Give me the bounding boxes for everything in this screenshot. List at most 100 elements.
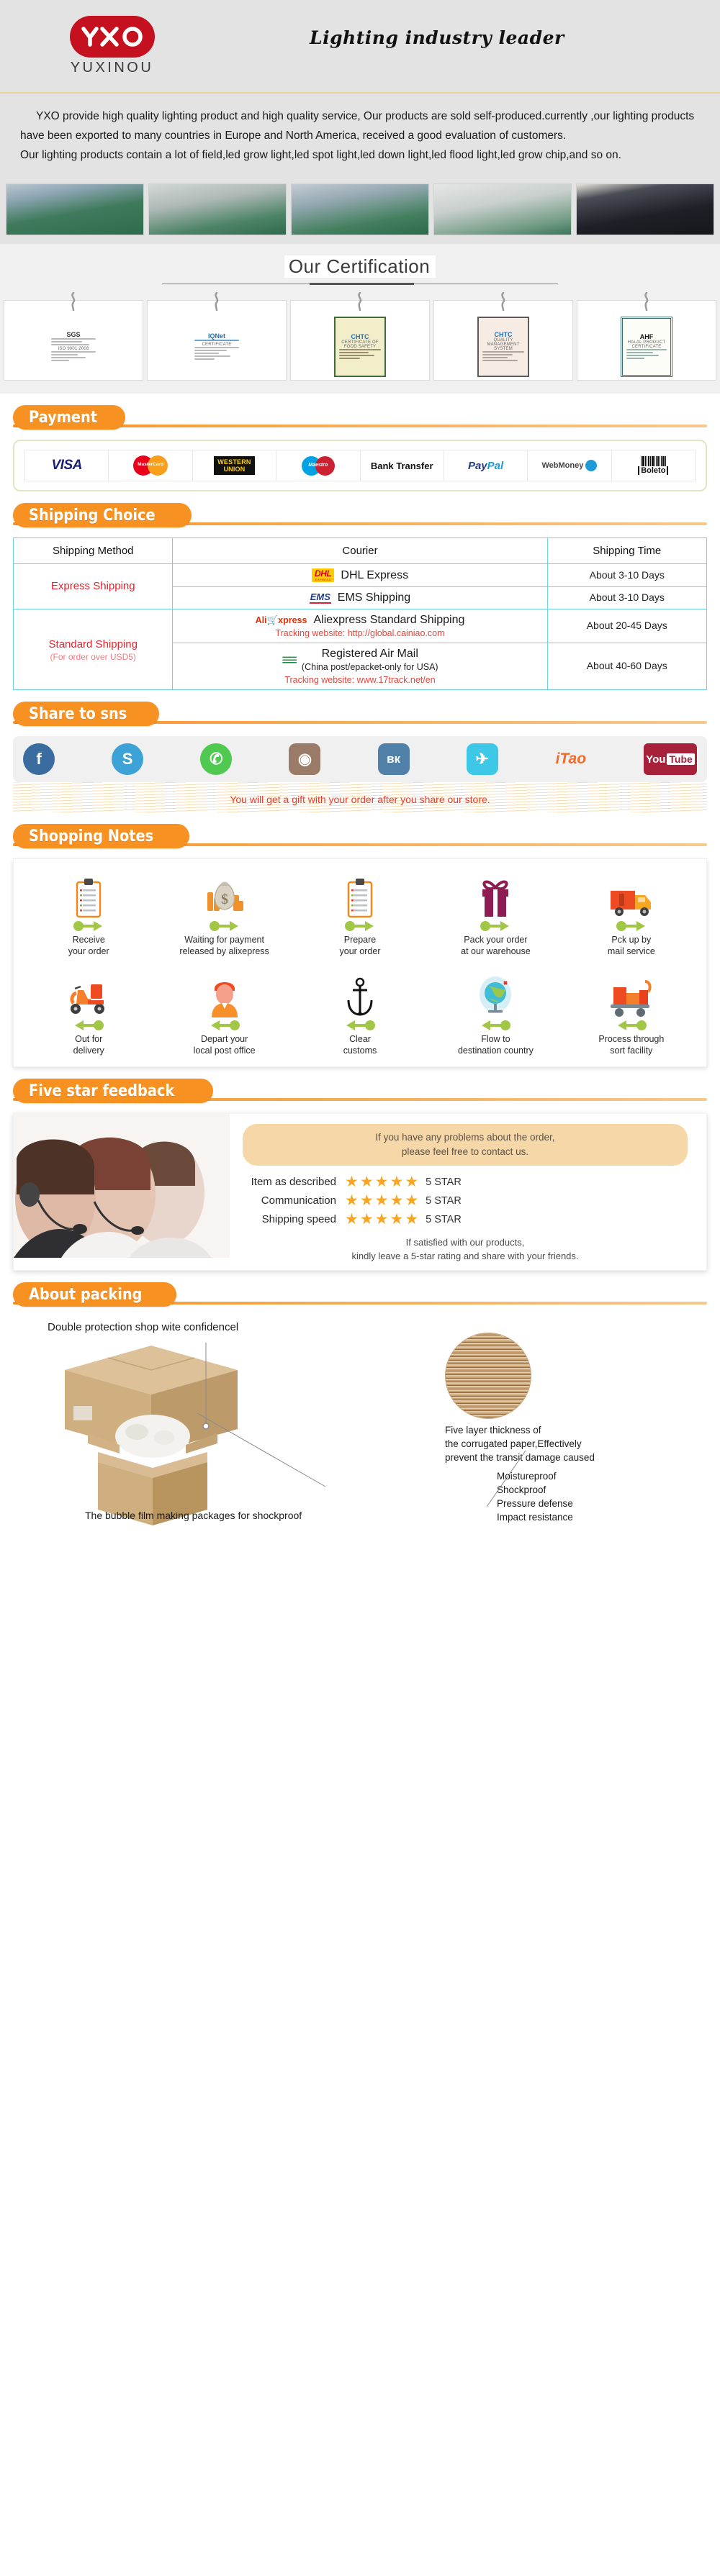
note-label-line2: your order: [68, 946, 109, 956]
social-icons-row: f S ✆ ◉ вк ✈ iTao You Tube: [13, 736, 707, 782]
arrow-left-icon: [21, 1017, 156, 1033]
star-icon: ★: [390, 1211, 404, 1228]
certificate-brand: CHTC: [351, 333, 369, 340]
arrow-right-icon: [292, 918, 428, 934]
paypal-pal: Pal: [487, 459, 504, 472]
factory-photo-strip: [0, 181, 720, 244]
barcode-icon: [641, 456, 666, 466]
star-rating: ★ ★ ★ ★ ★: [345, 1174, 418, 1189]
skype-icon[interactable]: S: [112, 743, 144, 775]
feedback-details: If you have any problems about the order…: [230, 1114, 706, 1270]
share-gift-note: You will get a gift with your order afte…: [13, 782, 707, 812]
intro-paragraph-1: YXO provide high quality lighting produc…: [20, 110, 695, 142]
payment-method-paypal[interactable]: PayPal: [444, 450, 528, 481]
th-shipping-method: Shipping Method: [12, 538, 174, 564]
contact-bubble: If you have any problems about the order…: [243, 1124, 688, 1166]
footnote-line2: kindly leave a 5-star rating and share w…: [351, 1251, 579, 1261]
certificate-card[interactable]: IQNet CERTIFICATE: [147, 291, 287, 381]
facebook-icon[interactable]: f: [23, 743, 55, 775]
star-icon: ★: [374, 1192, 389, 1209]
note-label-line2: destination country: [457, 1046, 534, 1056]
youtube-icon[interactable]: You Tube: [643, 743, 697, 775]
itao-icon[interactable]: iTao: [555, 743, 587, 775]
store-slogan: Lighting industry leader: [310, 27, 564, 48]
instagram-icon[interactable]: ◉: [289, 743, 321, 775]
boleto-label: Boleto: [638, 466, 669, 475]
certificate-image: AHF HALAL PRODUCT CERTIFICATE: [621, 317, 672, 377]
certificate-card[interactable]: CHTC CERTIFICATE OF FOOD SAFETY: [290, 291, 430, 381]
vk-icon[interactable]: вк: [377, 743, 410, 775]
tracking-link[interactable]: Tracking website: www.17track.net/en: [176, 675, 544, 685]
shopping-notes-row-1: Receive your order $ Waiting for payment…: [21, 871, 699, 957]
table-header-row: Shipping Method Courier Shipping Time: [12, 538, 708, 564]
twitter-icon[interactable]: ✈: [466, 743, 498, 775]
clipboard-icon: [292, 871, 428, 918]
payment-method-mastercard[interactable]: MasterCard: [109, 450, 193, 481]
payment-method-visa[interactable]: VISA: [24, 450, 109, 481]
rating-row: Shipping speed ★ ★ ★ ★ ★ 5 STAR: [237, 1212, 693, 1227]
certificate-label: CERTIFICATE OF FOOD SAFETY: [341, 340, 379, 349]
feature-pressure-defense: Pressure defense: [497, 1498, 573, 1509]
note-label-line2: released by alixepress: [179, 946, 269, 956]
anchor-icon: [292, 970, 428, 1017]
method-name: Express Shipping: [50, 580, 135, 592]
star-icon: ★: [359, 1192, 374, 1209]
aliexpress-logo-icon: Ali🛒xpress: [255, 614, 307, 625]
payment-banner: Payment: [13, 405, 707, 430]
payment-method-webmoney[interactable]: WebMoney: [528, 450, 612, 481]
factory-photo: [576, 183, 714, 235]
share-banner-label: Share to sns: [29, 704, 127, 723]
note-label-line2: delivery: [73, 1046, 104, 1056]
courier-name: EMS Shipping: [337, 591, 411, 604]
star-icon: ★: [359, 1211, 374, 1228]
shipping-banner-label: Shipping Choice: [29, 506, 156, 525]
tracking-link[interactable]: Tracking website: http://global.cainiao.…: [176, 628, 544, 638]
th-shipping-time: Shipping Time: [546, 538, 708, 564]
shipping-time: About 3-10 Days: [589, 568, 665, 581]
facebook-glyph: f: [36, 750, 42, 768]
arrow-left-icon: [292, 1017, 428, 1033]
payment-method-western-union[interactable]: WESTERN UNION: [192, 450, 277, 481]
visa-logo-icon: VISA: [51, 458, 83, 473]
shipping-time: About 40-60 Days: [586, 660, 667, 671]
logo-subtitle: YUXINOU: [70, 60, 154, 76]
banner-pill: About packing: [13, 1282, 176, 1307]
hook-icon: [210, 291, 224, 314]
note-step: Process through sort facility: [564, 970, 699, 1056]
product-description-page: YUXINOU Lighting industry leader YXO pro…: [0, 0, 720, 1533]
certificate-card[interactable]: CHTC QUALITY MANAGEMENT SYSTEM: [433, 291, 573, 381]
note-label-line2: mail service: [607, 946, 655, 956]
payment-methods-row: VISA MasterCard WESTERN UNION Maestro Ba…: [24, 450, 696, 481]
whatsapp-icon[interactable]: ✆: [200, 743, 233, 775]
cell-time-ems: About 3-10 Days: [546, 586, 708, 609]
money-bag-icon: $: [156, 871, 292, 918]
packing-caption: The bubble film making packages for shoc…: [85, 1510, 302, 1521]
certificate-image: IQNet CERTIFICATE: [191, 317, 243, 377]
payment-method-boleto[interactable]: Boleto: [611, 450, 696, 481]
wu-line1: WESTERN: [217, 458, 251, 466]
rating-label: Communication: [261, 1194, 336, 1207]
note-label-line2: customs: [343, 1046, 377, 1056]
payment-method-maestro[interactable]: Maestro: [276, 450, 361, 481]
star-icon: ★: [405, 1192, 419, 1209]
note-step: Pck up by mail service: [564, 871, 699, 957]
payment-banner-label: Payment: [29, 408, 98, 427]
certificate-card[interactable]: SGS ISO 9001:2008: [4, 291, 143, 381]
store-logo[interactable]: YUXINOU: [63, 16, 161, 76]
star-icon: ★: [345, 1174, 359, 1190]
certificate-brand: IQNet: [207, 332, 225, 340]
paypal-pay: Pay: [467, 459, 487, 472]
paypal-logo-icon: PayPal: [468, 460, 503, 472]
certificate-card[interactable]: AHF HALAL PRODUCT CERTIFICATE: [577, 291, 716, 381]
cell-method-standard: Standard Shipping (For order over USD5): [12, 609, 174, 690]
hook-icon: [496, 291, 510, 314]
star-icon: ★: [405, 1211, 419, 1228]
cell-method-express: Express Shipping: [12, 563, 174, 609]
cell-courier-aliexpress: Ali🛒xpress Aliexpress Standard Shipping …: [172, 609, 548, 643]
shipping-banner: Shipping Choice: [13, 503, 707, 527]
star-icon: ★: [345, 1211, 359, 1228]
banner-pill: Share to sns: [13, 702, 159, 726]
certificate-image: SGS ISO 9001:2008: [48, 317, 99, 377]
payment-method-bank-transfer[interactable]: Bank Transfer: [360, 450, 444, 481]
certificate-brand: SGS: [66, 331, 81, 338]
